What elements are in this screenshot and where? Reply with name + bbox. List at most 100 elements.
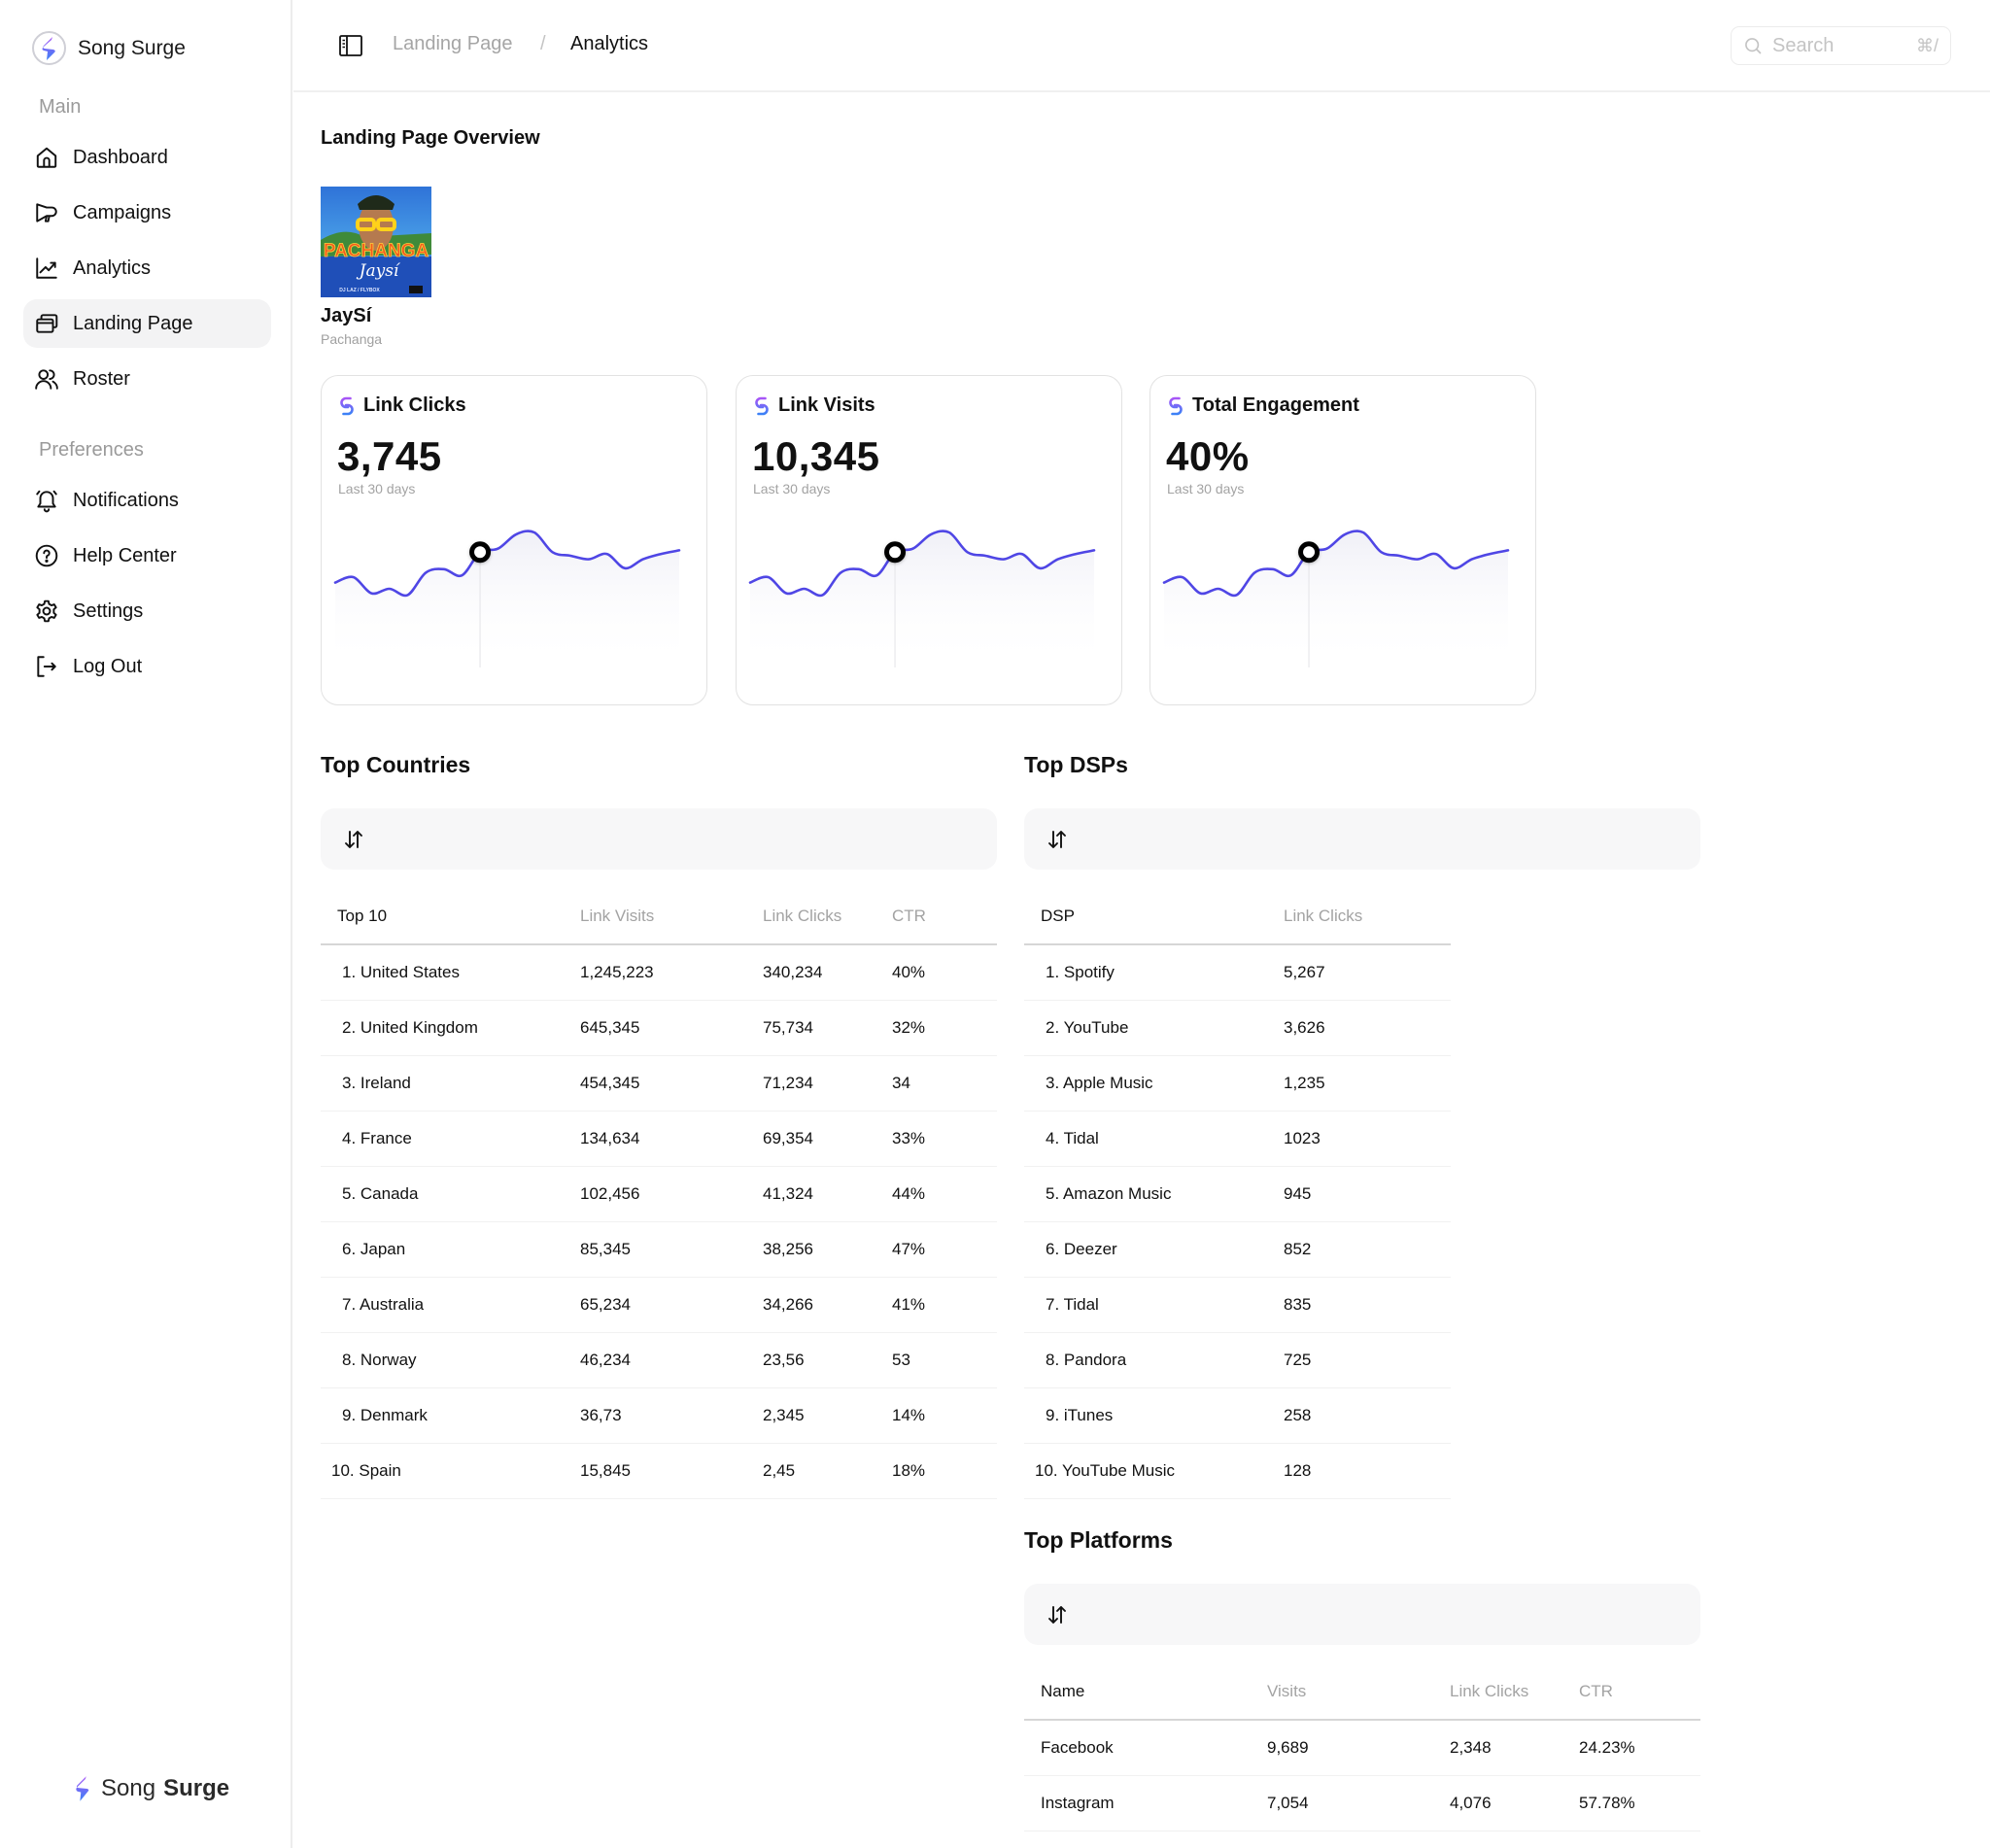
row-label: 3. Ireland bbox=[321, 1055, 580, 1112]
breadcrumb-separator: / bbox=[540, 33, 546, 54]
sort-button[interactable] bbox=[340, 826, 367, 853]
column-header[interactable]: Link Visits bbox=[580, 889, 763, 945]
table-row[interactable]: 5. Canada 102,456 41,324 44% bbox=[321, 1166, 997, 1222]
sidebar-item-landing-page[interactable]: Landing Page bbox=[23, 299, 271, 348]
row-value: 15,845 bbox=[580, 1443, 763, 1499]
table-row[interactable]: 9. iTunes 258 bbox=[1024, 1387, 1451, 1444]
row-label: Instagram bbox=[1024, 1775, 1267, 1831]
top-platforms-table: Name Visits Link Clicks CTR Facebook 9,689 2,… bbox=[1024, 1664, 1700, 1831]
row-value: 2,45 bbox=[763, 1443, 892, 1499]
top-platforms-toolbar bbox=[1024, 1584, 1700, 1645]
sparkline-area bbox=[335, 530, 679, 667]
table-row[interactable]: 4. Tidal 1023 bbox=[1024, 1111, 1451, 1167]
sidebar-item-label: Log Out bbox=[73, 655, 143, 677]
section-label-preferences: Preferences bbox=[39, 439, 144, 461]
sidebar-item-roster[interactable]: Roster bbox=[23, 355, 271, 403]
column-header[interactable]: Name bbox=[1024, 1664, 1267, 1721]
column-header[interactable]: Visits bbox=[1267, 1664, 1450, 1721]
sidebar-item-campaigns[interactable]: Campaigns bbox=[23, 188, 271, 237]
release-cover-art[interactable]: PACHANGA Jaysí DJ LAZ / FLYBOX bbox=[321, 187, 431, 297]
topbar: Landing Page / Analytics ⌘/ bbox=[293, 0, 1990, 92]
row-label: 3. Apple Music bbox=[1024, 1055, 1284, 1112]
kpi-card-link-clicks: Link Clicks 3,745 Last 30 days bbox=[321, 375, 707, 705]
kpi-value: 40% bbox=[1166, 433, 1250, 479]
table-row[interactable]: 2. YouTube 3,626 bbox=[1024, 1000, 1451, 1056]
row-value: 128 bbox=[1284, 1443, 1451, 1499]
table-row[interactable]: 1. United States 1,245,223 340,234 40% bbox=[321, 944, 997, 1001]
table-row[interactable]: 5. Amazon Music 945 bbox=[1024, 1166, 1451, 1222]
row-label: 4. Tidal bbox=[1024, 1111, 1284, 1167]
sparkline-chart bbox=[748, 530, 1096, 667]
brand[interactable]: Song Surge bbox=[32, 31, 186, 65]
song-surge-logo-icon bbox=[32, 31, 66, 65]
kpi-value: 10,345 bbox=[752, 433, 880, 479]
row-value: 33% bbox=[892, 1111, 997, 1167]
table-row[interactable]: 6. Deezer 852 bbox=[1024, 1221, 1451, 1278]
table-row[interactable]: 4. France 134,634 69,354 33% bbox=[321, 1111, 997, 1167]
table-row[interactable]: 2. United Kingdom 645,345 75,734 32% bbox=[321, 1000, 997, 1056]
row-label: 7. Tidal bbox=[1024, 1277, 1284, 1333]
table-row[interactable]: 3. Ireland 454,345 71,234 34 bbox=[321, 1055, 997, 1112]
row-value: 725 bbox=[1284, 1332, 1451, 1388]
footer-brand-light: Song bbox=[101, 1775, 156, 1801]
section-label-main: Main bbox=[39, 96, 82, 118]
search-input[interactable] bbox=[1772, 34, 1899, 57]
sort-button[interactable] bbox=[1044, 826, 1071, 853]
table-row[interactable]: Facebook 9,689 2,348 24.23% bbox=[1024, 1720, 1700, 1776]
row-value: 5,267 bbox=[1284, 944, 1451, 1001]
sparkline-chart bbox=[1162, 530, 1510, 667]
column-header[interactable]: DSP bbox=[1024, 889, 1284, 945]
table-row[interactable]: 8. Pandora 725 bbox=[1024, 1332, 1451, 1388]
top-dsps-toolbar bbox=[1024, 808, 1700, 870]
table-row[interactable]: 1. Spotify 5,267 bbox=[1024, 944, 1451, 1001]
sparkline-highlight-marker[interactable] bbox=[469, 541, 492, 564]
search-box[interactable]: ⌘/ bbox=[1731, 26, 1951, 65]
breadcrumb-landing-page[interactable]: Landing Page bbox=[393, 33, 512, 55]
column-header[interactable]: Link Clicks bbox=[763, 889, 892, 945]
sidebar-item-label: Landing Page bbox=[73, 312, 193, 334]
row-value: 102,456 bbox=[580, 1166, 763, 1222]
table-row[interactable]: 7. Australia 65,234 34,266 41% bbox=[321, 1277, 997, 1333]
footer-brand-bold: Surge bbox=[163, 1775, 230, 1801]
row-value: 4,076 bbox=[1450, 1775, 1579, 1831]
table-row[interactable]: 10. Spain 15,845 2,45 18% bbox=[321, 1443, 997, 1499]
sparkline-area bbox=[750, 530, 1094, 667]
sidebar-item-log-out[interactable]: Log Out bbox=[23, 642, 271, 691]
row-value: 41,324 bbox=[763, 1166, 892, 1222]
table-row[interactable]: 7. Tidal 835 bbox=[1024, 1277, 1451, 1333]
row-value: 38,256 bbox=[763, 1221, 892, 1278]
sidebar-item-label: Settings bbox=[73, 599, 144, 622]
row-value: 57.78% bbox=[1579, 1775, 1700, 1831]
table-header-row: DSP Link Clicks bbox=[1024, 889, 1451, 945]
table-row[interactable]: 3. Apple Music 1,235 bbox=[1024, 1055, 1451, 1112]
row-value: 14% bbox=[892, 1387, 997, 1444]
sidebar-item-help-center[interactable]: Help Center bbox=[23, 531, 271, 580]
sparkline-highlight-marker[interactable] bbox=[884, 541, 907, 564]
row-label: 2. United Kingdom bbox=[321, 1000, 580, 1056]
sidebar-item-analytics[interactable]: Analytics bbox=[23, 244, 271, 292]
table-row[interactable]: 10. YouTube Music 128 bbox=[1024, 1443, 1451, 1499]
sidebar-item-settings[interactable]: Settings bbox=[23, 587, 271, 635]
table-row[interactable]: 6. Japan 85,345 38,256 47% bbox=[321, 1221, 997, 1278]
column-header[interactable]: CTR bbox=[892, 889, 997, 945]
sort-button[interactable] bbox=[1044, 1601, 1071, 1628]
sidebar-item-label: Analytics bbox=[73, 257, 152, 279]
table-row[interactable]: 8. Norway 46,234 23,56 53 bbox=[321, 1332, 997, 1388]
home-icon bbox=[36, 147, 57, 168]
column-header[interactable]: CTR bbox=[1579, 1664, 1700, 1721]
sidebar-item-notifications[interactable]: Notifications bbox=[23, 476, 271, 525]
row-value: 34,266 bbox=[763, 1277, 892, 1333]
column-header[interactable]: Link Clicks bbox=[1284, 889, 1451, 945]
row-value: 75,734 bbox=[763, 1000, 892, 1056]
row-value: 44% bbox=[892, 1166, 997, 1222]
sparkline-highlight-marker[interactable] bbox=[1298, 541, 1321, 564]
table-header-row: Top 10 Link Visits Link Clicks CTR bbox=[321, 889, 997, 945]
table-row[interactable]: Instagram 7,054 4,076 57.78% bbox=[1024, 1775, 1700, 1831]
link-icon bbox=[340, 396, 354, 415]
sidebar-item-dashboard[interactable]: Dashboard bbox=[23, 133, 271, 182]
column-header[interactable]: Link Clicks bbox=[1450, 1664, 1579, 1721]
column-header[interactable]: Top 10 bbox=[321, 889, 580, 945]
sidebar-toggle-button[interactable] bbox=[338, 34, 363, 57]
table-row[interactable]: 9. Denmark 36,73 2,345 14% bbox=[321, 1387, 997, 1444]
kpi-period: Last 30 days bbox=[753, 481, 831, 496]
